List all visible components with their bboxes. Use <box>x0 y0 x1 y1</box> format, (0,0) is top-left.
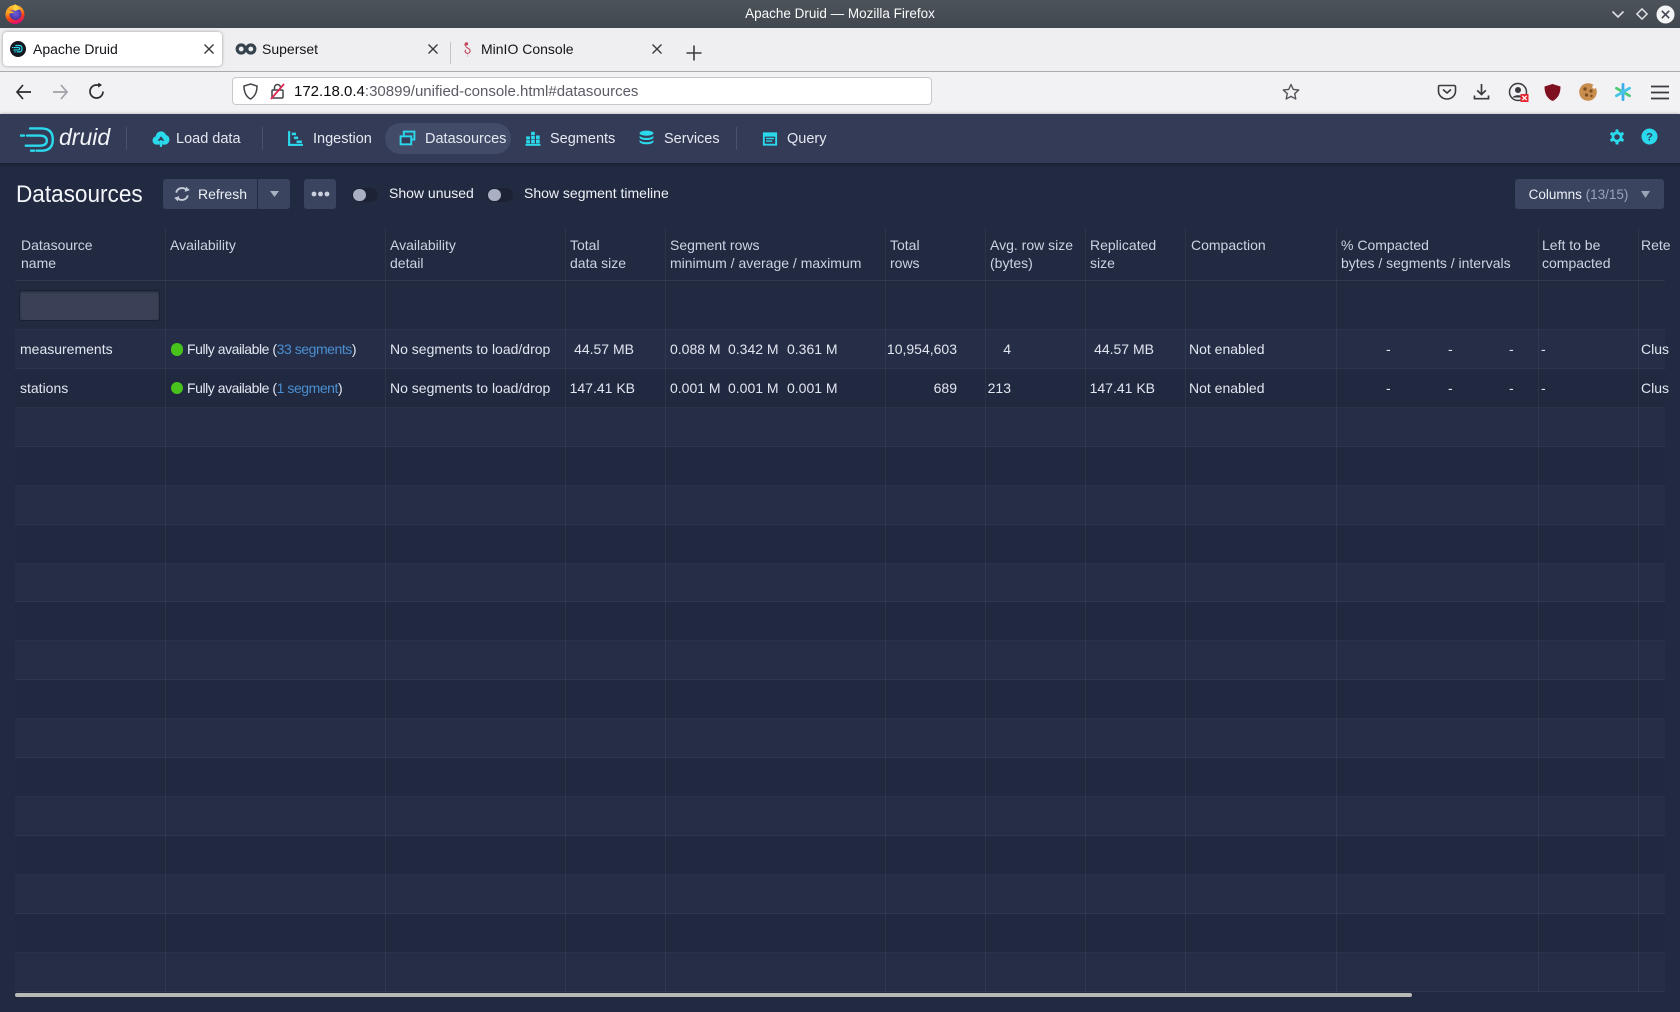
svg-text:?: ? <box>1646 132 1653 144</box>
